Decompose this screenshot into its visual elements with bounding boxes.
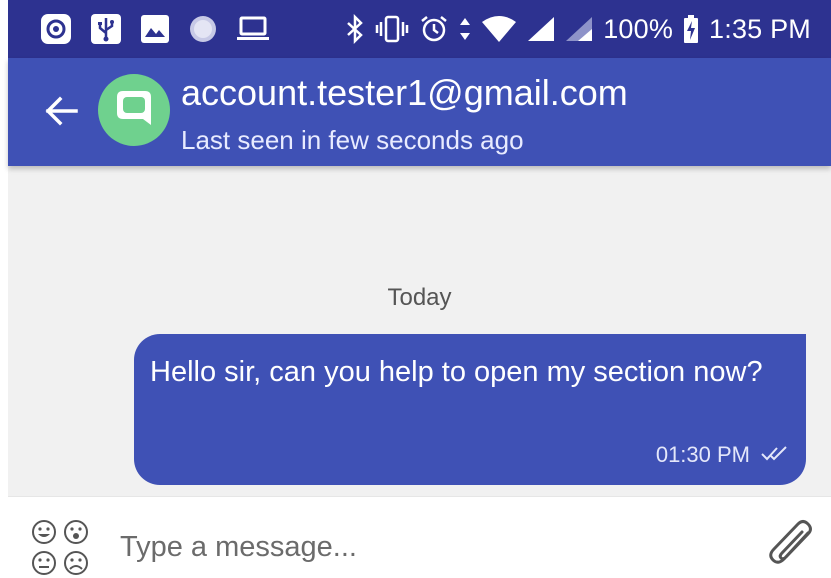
signal-icon: [527, 14, 555, 44]
message-meta: 01:30 PM: [656, 442, 790, 468]
image-icon: [140, 14, 170, 44]
message-input[interactable]: [120, 527, 740, 567]
camera-app-icon: [40, 13, 72, 45]
emoji-faces-icon: [30, 520, 94, 578]
contact-last-seen: Last seen in few seconds ago: [181, 125, 524, 155]
arrow-left-icon: [42, 96, 82, 135]
chat-bubble-icon: [113, 87, 155, 134]
paperclip-icon: [764, 520, 820, 578]
contact-name[interactable]: account.tester1@gmail.com: [181, 72, 628, 114]
back-button[interactable]: [42, 91, 82, 131]
message-text: Hello sir, can you help to open my secti…: [150, 356, 763, 388]
chat-screen: 100% 1:35 PM account.tester1@gmail.com L…: [0, 0, 831, 578]
status-bar-system: 100% 1:35 PM: [345, 0, 811, 58]
chat-header: account.tester1@gmail.com Last seen in f…: [8, 58, 831, 166]
usb-icon: [90, 13, 122, 45]
alarm-icon: [419, 14, 449, 44]
laptop-icon: [236, 15, 270, 43]
status-bar-notifications: [40, 0, 270, 58]
status-bar: 100% 1:35 PM: [8, 0, 831, 58]
date-divider: Today: [387, 284, 452, 311]
circle-icon: [188, 14, 218, 44]
status-time: 1:35 PM: [709, 13, 811, 44]
vibrate-icon: [375, 14, 409, 44]
message-composer: [8, 496, 831, 578]
battery-charging-icon: [683, 14, 699, 44]
bluetooth-icon: [345, 14, 365, 44]
emoji-button[interactable]: [30, 519, 94, 577]
wifi-icon: [481, 14, 517, 44]
message-list[interactable]: Today Hello sir, can you help to open my…: [8, 166, 831, 496]
battery-percent: 100%: [603, 13, 674, 44]
double-check-icon: [760, 442, 790, 468]
avatar[interactable]: [98, 74, 170, 146]
signal-weak-icon: [565, 14, 593, 44]
data-arrows-icon: [459, 14, 471, 44]
attach-button[interactable]: [764, 519, 820, 575]
message-time: 01:30 PM: [655, 442, 750, 467]
outgoing-message-bubble[interactable]: Hello sir, can you help to open my secti…: [134, 334, 806, 485]
